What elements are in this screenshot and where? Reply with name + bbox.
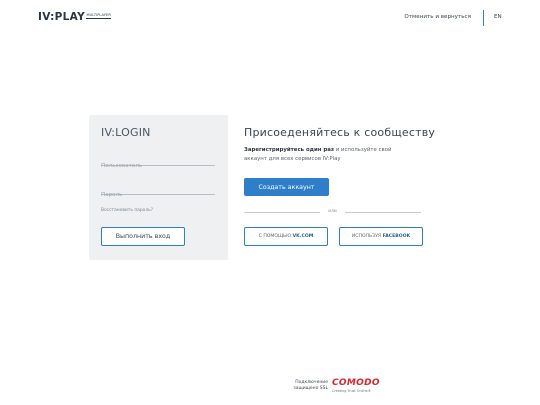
comodo-name: COMODO: [332, 378, 380, 388]
facebook-button-prefix: ИСПОЛЬЗУЯ: [351, 234, 382, 239]
or-divider-left: [244, 212, 320, 213]
password-input[interactable]: [101, 188, 215, 202]
header-divider: [483, 10, 484, 26]
login-button[interactable]: Выполнить вход: [101, 227, 185, 246]
logo-sub-text: MULTIPLAYER: [86, 13, 111, 19]
ssl-notice: Подключение защищено SSL: [283, 380, 328, 392]
top-header: IV:PLAY MULTIPLAYER Отменить и вернуться…: [0, 0, 540, 36]
vk-brand-label: VK.COM: [292, 234, 314, 239]
join-community-title: Присоеденяйтесь к сообществу: [244, 126, 436, 139]
vk-login-button[interactable]: С ПОМОЩЬЮ VK.COM: [244, 227, 328, 246]
join-description: Зарегистрируйтесь один раз и используйте…: [244, 146, 404, 164]
comodo-logo: COMODO Creating Trust Online®: [332, 378, 380, 394]
join-description-bold: Зарегистрируйтесь один раз: [244, 147, 335, 153]
or-label: или: [328, 209, 337, 214]
username-field-wrapper: [101, 152, 215, 173]
ssl-notice-line2: защищено SSL: [293, 386, 328, 391]
create-account-button[interactable]: Создать аккаунт: [244, 178, 329, 196]
facebook-login-button[interactable]: ИСПОЛЬЗУЯ FACEBOOK: [339, 227, 423, 246]
cancel-and-return-link[interactable]: Отменить и вернуться: [404, 14, 471, 20]
login-title: IV:LOGIN: [101, 126, 151, 139]
language-switch[interactable]: EN: [494, 14, 502, 20]
ivplay-logo[interactable]: IV:PLAY MULTIPLAYER: [38, 12, 111, 23]
password-field-wrapper: [101, 181, 215, 202]
login-card: IV:LOGIN Восстановить пароль? Выполнить …: [89, 115, 228, 260]
or-divider-right: [345, 212, 421, 213]
facebook-brand-label: FACEBOOK: [382, 234, 411, 239]
comodo-tagline: Creating Trust Online®: [332, 389, 372, 393]
logo-main-text: IV:PLAY: [38, 11, 85, 23]
username-input[interactable]: [101, 159, 215, 173]
vk-button-prefix: С ПОМОЩЬЮ: [258, 234, 292, 239]
restore-password-link[interactable]: Восстановить пароль?: [101, 208, 153, 213]
